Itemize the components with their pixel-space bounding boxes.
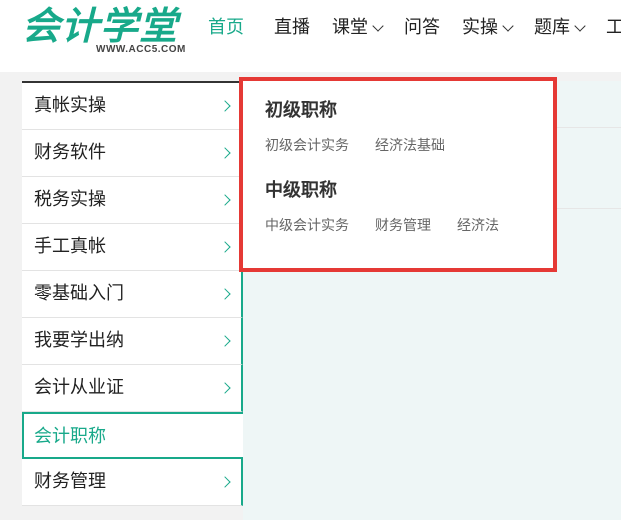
sidebar-item-label: 财务管理 [34, 471, 106, 492]
logo-text: 会计学堂 [22, 4, 179, 48]
group-links-intermediate: 中级会计实务 财务管理 经济法 [265, 217, 525, 235]
sidebar-item-accounting-title[interactable]: 会计职称 [22, 412, 243, 459]
sidebar-item-cashier[interactable]: 我要学出纳 [22, 318, 243, 365]
sidebar-item-label: 我要学出纳 [34, 330, 124, 351]
chevron-right-icon [219, 194, 231, 206]
sidebar-item-accounting-cert[interactable]: 会计从业证 [22, 365, 243, 412]
nav-item-question-bank[interactable]: 题库 [534, 16, 586, 40]
nav-label: 直播 [274, 17, 310, 38]
submenu-popup: 初级职称 初级会计实务 经济法基础 中级职称 中级会计实务 财务管理 经济法 [243, 81, 553, 268]
link-economic-law[interactable]: 经济法 [457, 217, 499, 235]
sidebar-item-finance-management[interactable]: 财务管理 [22, 459, 243, 506]
sidebar-item-label: 税务实操 [34, 189, 106, 210]
nav-item-tools[interactable]: 工具 [606, 16, 621, 40]
divider [553, 208, 621, 209]
nav-label: 课堂 [332, 17, 368, 38]
site-header: 会计学堂 WWW.ACC5.COM 首页 直播 课堂 问答 实操 题库 工具 [0, 0, 621, 72]
link-intermediate-accounting-practice[interactable]: 中级会计实务 [265, 217, 349, 235]
chevron-right-icon [219, 476, 231, 488]
chevron-right-icon [219, 382, 231, 394]
group-title-junior: 初级职称 [265, 100, 337, 121]
sidebar-item-label: 财务软件 [34, 142, 106, 163]
sidebar-item-tax-practice[interactable]: 税务实操 [22, 177, 243, 224]
chevron-down-icon [574, 19, 586, 32]
nav-label: 问答 [404, 17, 440, 38]
nav-item-practice[interactable]: 实操 [462, 16, 514, 40]
nav-item-live[interactable]: 直播 [274, 16, 310, 40]
sidebar-item-manual-accounts[interactable]: 手工真帐 [22, 224, 243, 271]
main-nav: 首页 直播 课堂 问答 实操 题库 工具 [208, 16, 621, 40]
sidebar-item-beginner[interactable]: 零基础入门 [22, 271, 243, 318]
logo-url: WWW.ACC5.COM [96, 44, 186, 55]
link-financial-management[interactable]: 财务管理 [375, 217, 431, 235]
nav-item-qa[interactable]: 问答 [404, 16, 440, 40]
link-economic-law-basics[interactable]: 经济法基础 [375, 137, 445, 155]
sidebar-item-label: 会计职称 [34, 426, 106, 447]
sidebar-item-finance-software[interactable]: 财务软件 [22, 130, 243, 177]
chevron-right-icon [219, 100, 231, 112]
chevron-down-icon [372, 19, 384, 32]
divider [553, 127, 621, 128]
sidebar-item-label: 会计从业证 [34, 377, 124, 398]
group-title-intermediate: 中级职称 [265, 180, 337, 201]
group-links-junior: 初级会计实务 经济法基础 [265, 137, 471, 155]
nav-label: 工具 [606, 17, 621, 38]
nav-label: 实操 [462, 17, 498, 38]
sidebar-item-label: 零基础入门 [34, 283, 124, 304]
site-logo[interactable]: 会计学堂 WWW.ACC5.COM [22, 4, 192, 60]
nav-label: 题库 [534, 17, 570, 38]
nav-item-home[interactable]: 首页 [208, 16, 244, 40]
chevron-right-icon [219, 241, 231, 253]
link-junior-accounting-practice[interactable]: 初级会计实务 [265, 137, 349, 155]
nav-label: 首页 [208, 17, 244, 38]
sidebar-item-real-accounts[interactable]: 真帐实操 [22, 83, 243, 130]
sidebar-item-label: 真帐实操 [34, 95, 106, 116]
chevron-down-icon [502, 19, 514, 32]
chevron-right-icon [219, 288, 231, 300]
chevron-right-icon [219, 147, 231, 159]
nav-item-classroom[interactable]: 课堂 [332, 16, 384, 40]
category-sidebar: 真帐实操 财务软件 税务实操 手工真帐 零基础入门 我要学出纳 会计从业证 会计… [22, 81, 243, 506]
sidebar-item-label: 手工真帐 [34, 236, 106, 257]
chevron-right-icon [219, 335, 231, 347]
